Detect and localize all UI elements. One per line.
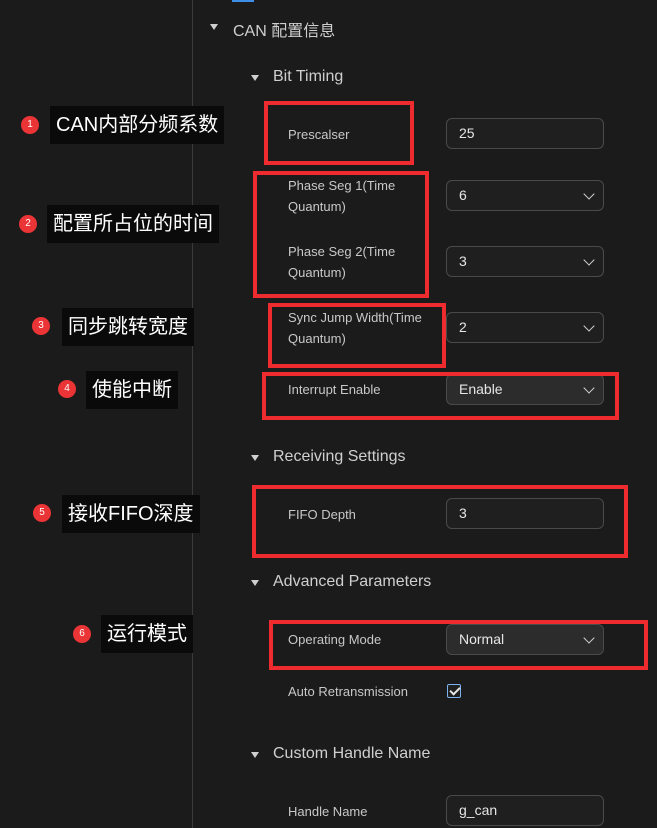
operating-mode-select[interactable]: Normal	[446, 624, 604, 655]
phase-seg2-label: Phase Seg 2(Time Quantum)	[288, 241, 395, 283]
chevron-down-icon	[583, 254, 595, 266]
interrupt-enable-value: Enable	[459, 381, 503, 397]
annotation-note-3: 同步跳转宽度	[62, 308, 194, 346]
operating-mode-label: Operating Mode	[288, 632, 382, 647]
custom-handle-collapse-icon[interactable]	[251, 752, 259, 758]
operating-mode-value: Normal	[459, 631, 505, 647]
phase-seg1-label-line2: Quantum)	[288, 199, 346, 214]
sync-jump-label: Sync Jump Width(Time Quantum)	[288, 307, 422, 349]
panel-title[interactable]: CAN 配置信息	[233, 17, 335, 41]
annotation-note-1: CAN内部分频系数	[50, 106, 225, 144]
phase-seg1-label-line1: Phase Seg 1(Time	[288, 178, 396, 193]
annotation-badge-2: 2	[19, 215, 37, 233]
handle-name-input[interactable]: g_can	[446, 795, 604, 826]
handle-name-label: Handle Name	[288, 804, 368, 819]
phase-seg1-select[interactable]: 6	[446, 180, 604, 211]
receiving-section-title[interactable]: Receiving Settings	[273, 448, 406, 466]
prescaler-label: Prescalser	[288, 127, 350, 142]
phase-seg2-select[interactable]: 3	[446, 246, 604, 277]
annotation-note-5: 接收FIFO深度	[62, 495, 200, 533]
active-tab-indicator	[232, 0, 254, 2]
sync-jump-label-line1: Sync Jump Width(Time	[288, 310, 422, 325]
bit-timing-collapse-icon[interactable]	[251, 75, 259, 81]
chevron-down-icon	[583, 320, 595, 332]
receiving-collapse-icon[interactable]	[251, 455, 259, 461]
annotation-note-6: 运行模式	[101, 615, 193, 653]
phase-seg1-label: Phase Seg 1(Time Quantum)	[288, 175, 395, 217]
annotation-badge-3: 3	[32, 317, 50, 335]
sync-jump-select[interactable]: 2	[446, 312, 604, 343]
annotation-note-4: 使能中断	[86, 371, 178, 409]
sync-jump-value: 2	[459, 319, 467, 335]
bit-timing-section-title[interactable]: Bit Timing	[273, 68, 343, 86]
chevron-down-icon	[583, 632, 595, 644]
annotation-badge-6: 6	[73, 625, 91, 643]
fifo-depth-label: FIFO Depth	[288, 507, 356, 522]
advanced-section-title[interactable]: Advanced Parameters	[273, 573, 431, 591]
prescaler-input[interactable]: 25	[446, 118, 604, 149]
phase-seg1-value: 6	[459, 187, 467, 203]
annotation-note-2: 配置所占位的时间	[47, 205, 219, 243]
collapse-icon[interactable]	[210, 24, 218, 30]
chevron-down-icon	[583, 188, 595, 200]
annotation-badge-4: 4	[58, 380, 76, 398]
interrupt-enable-select[interactable]: Enable	[446, 374, 604, 405]
custom-handle-section-title[interactable]: Custom Handle Name	[273, 745, 430, 763]
fifo-depth-input[interactable]: 3	[446, 498, 604, 529]
auto-retransmission-checkbox[interactable]	[447, 684, 461, 698]
annotation-badge-5: 5	[33, 504, 51, 522]
phase-seg2-label-line2: Quantum)	[288, 265, 346, 280]
chevron-down-icon	[583, 382, 595, 394]
phase-seg2-value: 3	[459, 253, 467, 269]
auto-retransmission-label: Auto Retransmission	[288, 684, 408, 699]
sync-jump-label-line2: Quantum)	[288, 331, 346, 346]
advanced-collapse-icon[interactable]	[251, 580, 259, 586]
annotation-badge-1: 1	[21, 116, 39, 134]
interrupt-enable-label: Interrupt Enable	[288, 382, 381, 397]
phase-seg2-label-line1: Phase Seg 2(Time	[288, 244, 396, 259]
